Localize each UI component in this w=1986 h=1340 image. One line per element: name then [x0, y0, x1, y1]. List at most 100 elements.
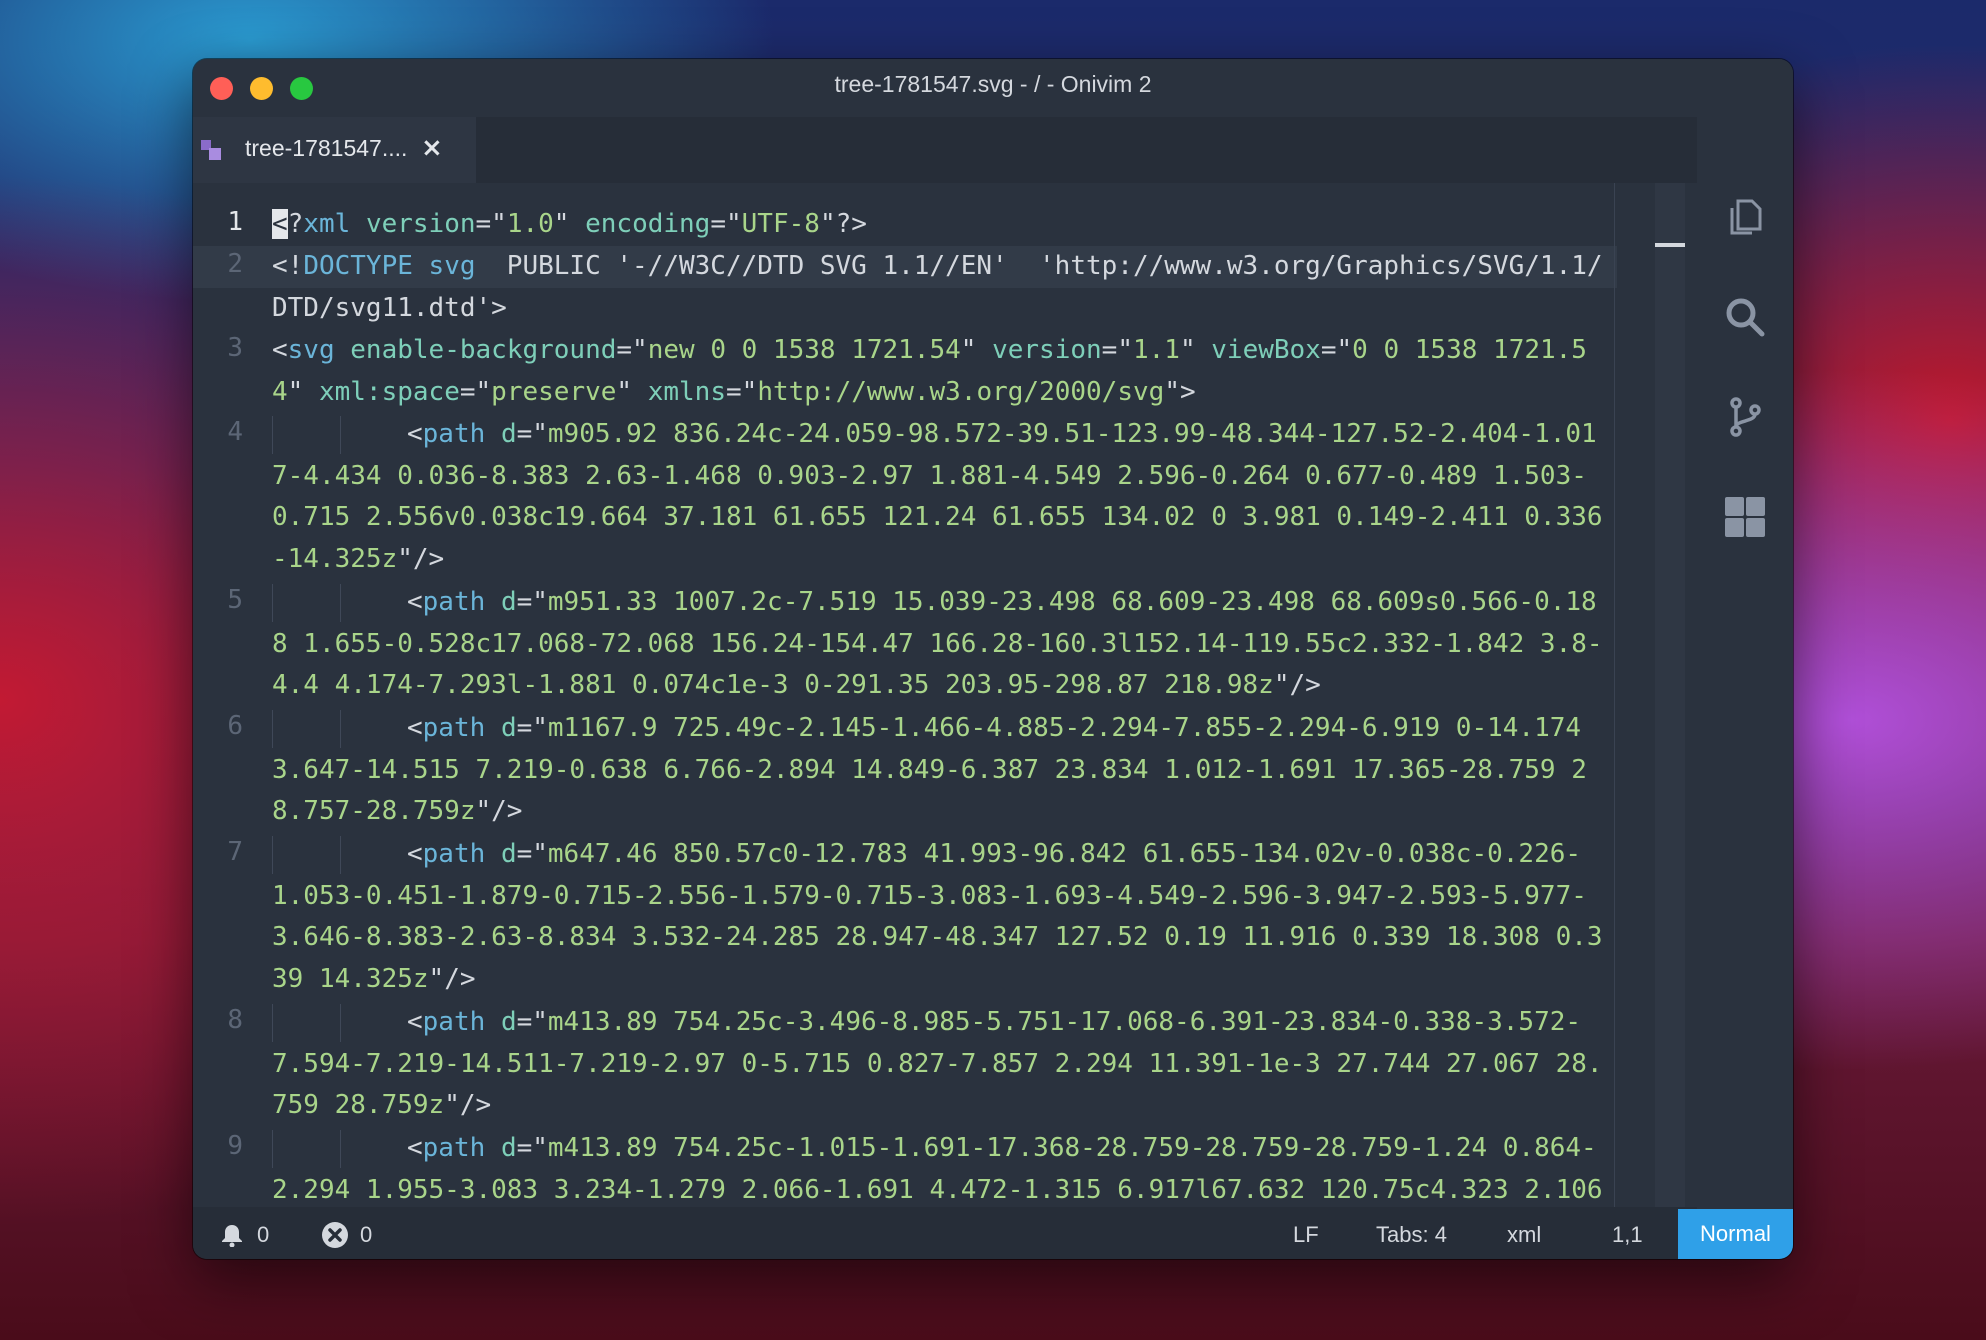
- code-token: "/>: [428, 964, 476, 995]
- line-number: 8: [227, 1005, 243, 1035]
- vim-mode-indicator: Normal: [1678, 1209, 1793, 1259]
- bell-icon[interactable]: [220, 1223, 244, 1247]
- code-line[interactable]: <path d="m413.89 754.25c-1.015-1.691-17.…: [272, 1128, 1612, 1207]
- code-token: xml: [303, 209, 351, 239]
- code-token: "/>: [444, 1090, 492, 1121]
- error-icon[interactable]: [321, 1221, 349, 1249]
- code-token: version: [365, 209, 476, 239]
- code-token: d: [500, 419, 517, 449]
- code-token: xml:space: [318, 376, 460, 407]
- line-ending[interactable]: LF: [1293, 1222, 1319, 1248]
- code-token: viewBox: [1211, 335, 1321, 365]
- code-token: path: [422, 1007, 486, 1037]
- code-token: <: [407, 587, 423, 617]
- code-token: enable-background: [350, 335, 617, 365]
- code-token: xmlns: [647, 376, 726, 407]
- code-token: <: [407, 839, 423, 869]
- language-mode[interactable]: xml: [1507, 1222, 1541, 1248]
- code-token: =": [726, 376, 758, 407]
- code-token: <: [407, 1007, 423, 1037]
- text-cursor: <: [272, 209, 288, 239]
- code-token: =": [516, 419, 548, 449]
- search-icon[interactable]: [1723, 295, 1767, 339]
- code-token: =": [516, 1007, 548, 1037]
- code-token: d: [500, 587, 517, 617]
- line-number: 1: [227, 207, 243, 237]
- code-token: ": [960, 335, 993, 365]
- title-bar: tree-1781547.svg - / - Onivim 2: [193, 59, 1793, 111]
- extensions-icon[interactable]: [1723, 495, 1767, 539]
- code-token: <: [407, 713, 423, 743]
- code-editor[interactable]: 123456789 <?xml version="1.0" encoding="…: [193, 183, 1697, 1207]
- code-line[interactable]: <path d="m951.33 1007.2c-7.519 15.039-23…: [272, 582, 1612, 707]
- code-line[interactable]: <path d="m1167.9 725.49c-2.145-1.466-4.8…: [272, 708, 1612, 833]
- code-token: new 0 0 1538 1721.54: [647, 335, 961, 365]
- code-token: ">: [1164, 376, 1196, 407]
- code-token: ": [1179, 335, 1212, 365]
- code-token: =": [710, 209, 742, 239]
- activity-bar: [1697, 111, 1793, 1207]
- code-token: =": [1101, 335, 1133, 365]
- code-token: ": [553, 209, 586, 239]
- close-tab-icon[interactable]: ×: [421, 135, 443, 161]
- editor-window: tree-1781547.svg - / - Onivim 2 tree-178…: [193, 59, 1793, 1259]
- code-token: d: [500, 1007, 517, 1037]
- indent-guide: [272, 709, 407, 748]
- minimap-scrollbar[interactable]: [1655, 183, 1685, 1207]
- code-token: ": [287, 376, 319, 407]
- code-line[interactable]: <?xml version="1.0" encoding="UTF-8"?>: [272, 204, 1612, 246]
- notification-count[interactable]: 0: [257, 1222, 269, 1248]
- code-token: <: [407, 1133, 423, 1163]
- code-token: d: [500, 713, 517, 743]
- code-token: =": [475, 209, 507, 239]
- code-token: =": [516, 587, 548, 617]
- line-number: 7: [227, 837, 243, 867]
- cursor-position[interactable]: 1,1: [1612, 1222, 1643, 1248]
- code-token: 1.1: [1132, 335, 1180, 365]
- code-token: path: [422, 1133, 486, 1163]
- code-line[interactable]: <path d="m413.89 754.25c-3.496-8.985-5.7…: [272, 1002, 1612, 1127]
- error-count[interactable]: 0: [360, 1222, 372, 1248]
- scroll-position-marker[interactable]: [1655, 243, 1685, 247]
- line-number: 3: [227, 333, 243, 363]
- explorer-icon[interactable]: [1723, 195, 1767, 239]
- window-title: tree-1781547.svg - / - Onivim 2: [834, 71, 1152, 97]
- indent-guide: [272, 1129, 407, 1168]
- code-token: =": [516, 713, 548, 743]
- code-token: path: [422, 713, 486, 743]
- code-token: UTF-8: [741, 209, 820, 239]
- tab-file[interactable]: tree-1781547.... ×: [193, 117, 476, 183]
- indent-guide: [272, 415, 407, 454]
- source-control-icon[interactable]: [1723, 395, 1767, 439]
- indent-guide: [272, 583, 407, 622]
- line-number: 6: [227, 711, 243, 741]
- code-token: =": [1320, 335, 1353, 365]
- code-line[interactable]: <path d="m905.92 836.24c-24.059-98.572-3…: [272, 414, 1612, 581]
- code-line[interactable]: <path d="m647.46 850.57c0-12.783 41.993-…: [272, 834, 1612, 1001]
- code-token: ": [616, 376, 648, 407]
- code-token: version: [992, 335, 1102, 365]
- code-token: ?: [287, 209, 304, 239]
- code-line[interactable]: <!DOCTYPE svg PUBLIC '-//W3C//DTD SVG 1.…: [272, 246, 1612, 329]
- line-number: 9: [227, 1131, 243, 1161]
- line-number: 2: [227, 249, 243, 279]
- code-token: =": [516, 1133, 548, 1163]
- indentation-setting[interactable]: Tabs: 4: [1376, 1222, 1447, 1248]
- line-number: 5: [227, 585, 243, 615]
- code-token: <: [272, 335, 288, 365]
- indent-guide: [272, 1003, 407, 1042]
- code-token: d: [500, 839, 517, 869]
- code-token: path: [422, 587, 486, 617]
- code-token: preserve: [491, 376, 617, 407]
- code-token: encoding: [585, 209, 711, 239]
- code-line[interactable]: <svg enable-background="new 0 0 1538 172…: [272, 330, 1612, 413]
- code-token: "/>: [397, 544, 445, 575]
- tab-bar: tree-1781547.... ×: [193, 117, 1697, 183]
- code-token: =": [459, 376, 492, 407]
- code-token: =": [616, 335, 648, 365]
